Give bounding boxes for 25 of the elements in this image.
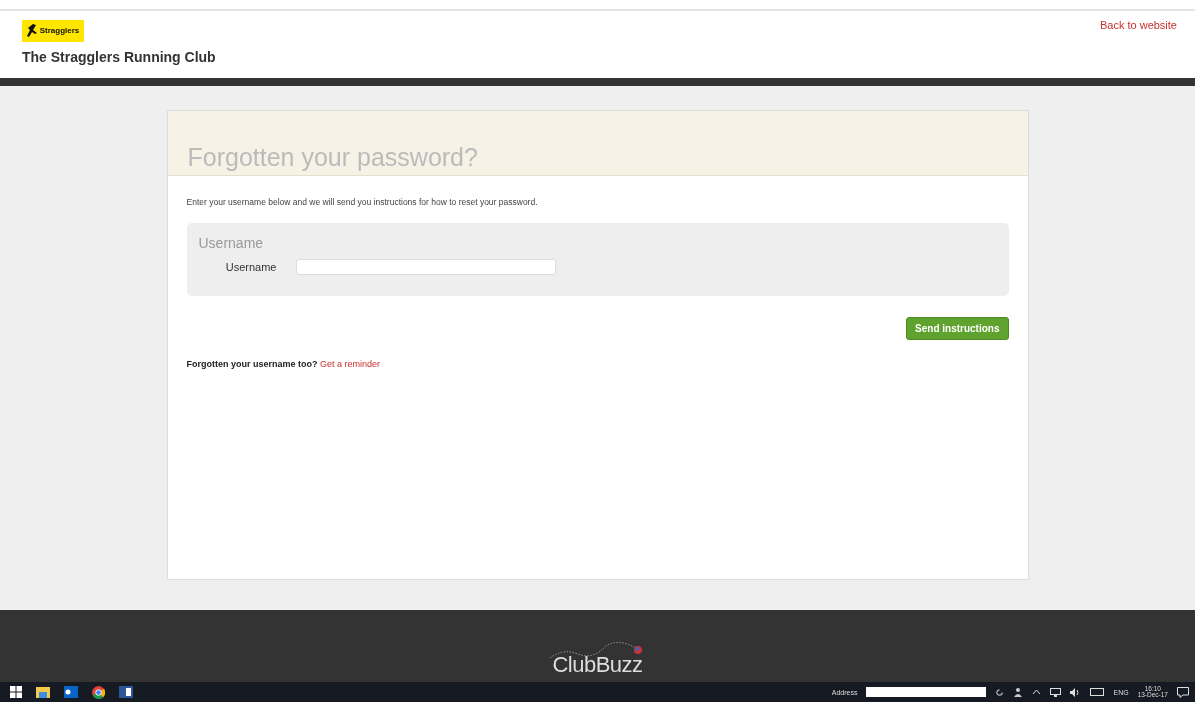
chevron-up-icon[interactable] xyxy=(1032,689,1042,695)
person-icon[interactable] xyxy=(1013,687,1024,697)
speaker-icon[interactable] xyxy=(1070,687,1082,697)
refresh-icon[interactable] xyxy=(995,687,1005,697)
browser-icon[interactable] xyxy=(92,685,105,699)
network-icon[interactable] xyxy=(1050,687,1062,697)
username-field[interactable] xyxy=(295,259,556,275)
windows-start-icon[interactable] xyxy=(10,686,22,698)
address-field[interactable] xyxy=(866,687,987,697)
clubbuzz-logo: ClubBuzz xyxy=(547,640,648,678)
runner-icon xyxy=(26,24,39,38)
username-label: Username xyxy=(224,261,277,273)
logo-text: Stragglers xyxy=(39,27,80,35)
folder-icon[interactable] xyxy=(36,686,50,698)
document-app-icon[interactable] xyxy=(119,686,133,698)
get-reminder-link[interactable]: Get a reminder xyxy=(320,359,381,369)
page-title: Forgotten your password? xyxy=(187,143,478,172)
back-to-website-link[interactable]: Back to website xyxy=(1099,11,1177,31)
panel-legend: Username xyxy=(198,235,997,251)
club-name: The Stragglers Running Club xyxy=(22,49,216,65)
reminder-text: Forgotten your username too? xyxy=(186,359,318,369)
keyboard-icon[interactable] xyxy=(1090,688,1105,696)
mail-app-icon[interactable] xyxy=(64,686,78,698)
notifications-icon[interactable] xyxy=(1177,686,1189,698)
intro-text: Enter your username below and we will send you instructions for how to reset your password. xyxy=(186,197,539,207)
